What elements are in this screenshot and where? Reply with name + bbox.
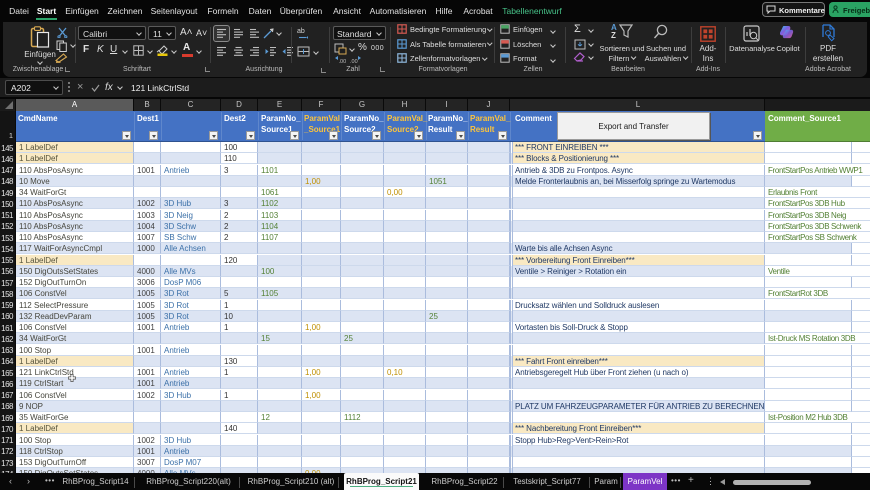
svg-text:.00: .00 xyxy=(339,59,347,64)
svg-text:ab: ab xyxy=(297,28,305,35)
svg-text:.00: .00 xyxy=(350,59,358,64)
